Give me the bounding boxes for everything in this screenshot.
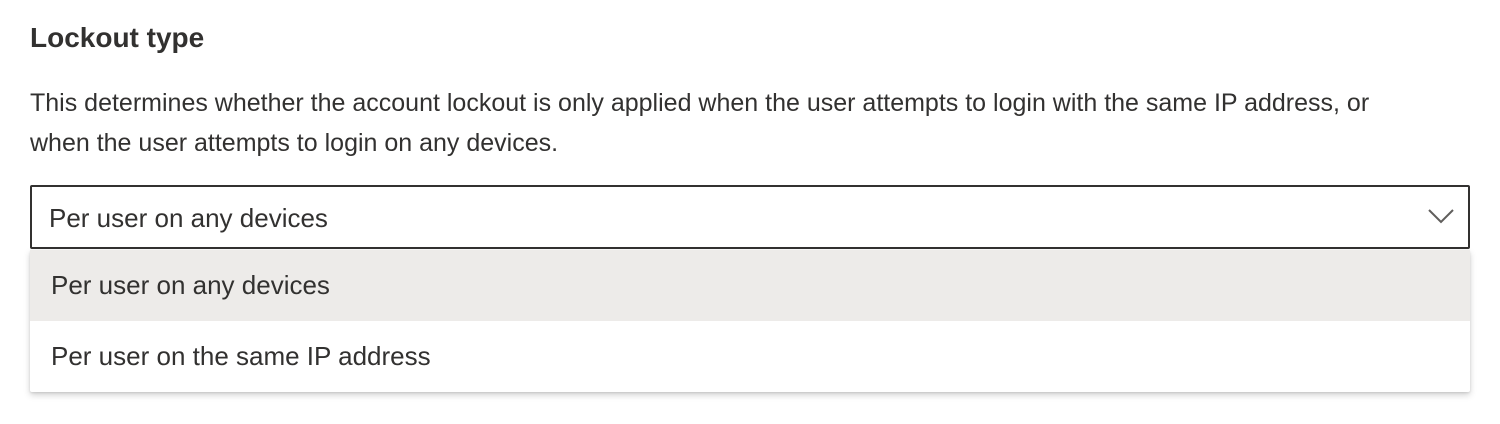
lockout-type-dropdown[interactable]: Per user on any devices [30,185,1470,249]
section-heading: Lockout type [30,22,205,53]
dropdown-selected-value: Per user on any devices [49,203,328,233]
chevron-down-icon[interactable] [1428,208,1454,224]
dropdown-menu: Per user on any devices Per user on the … [30,250,1470,392]
option-per-user-same-ip[interactable]: Per user on the same IP address [30,321,1470,392]
option-label: Per user on the same IP address [51,341,431,371]
option-per-user-any-devices[interactable]: Per user on any devices [30,250,1470,321]
option-label: Per user on any devices [51,270,330,300]
section-description: This determines whether the account lock… [30,89,1370,157]
